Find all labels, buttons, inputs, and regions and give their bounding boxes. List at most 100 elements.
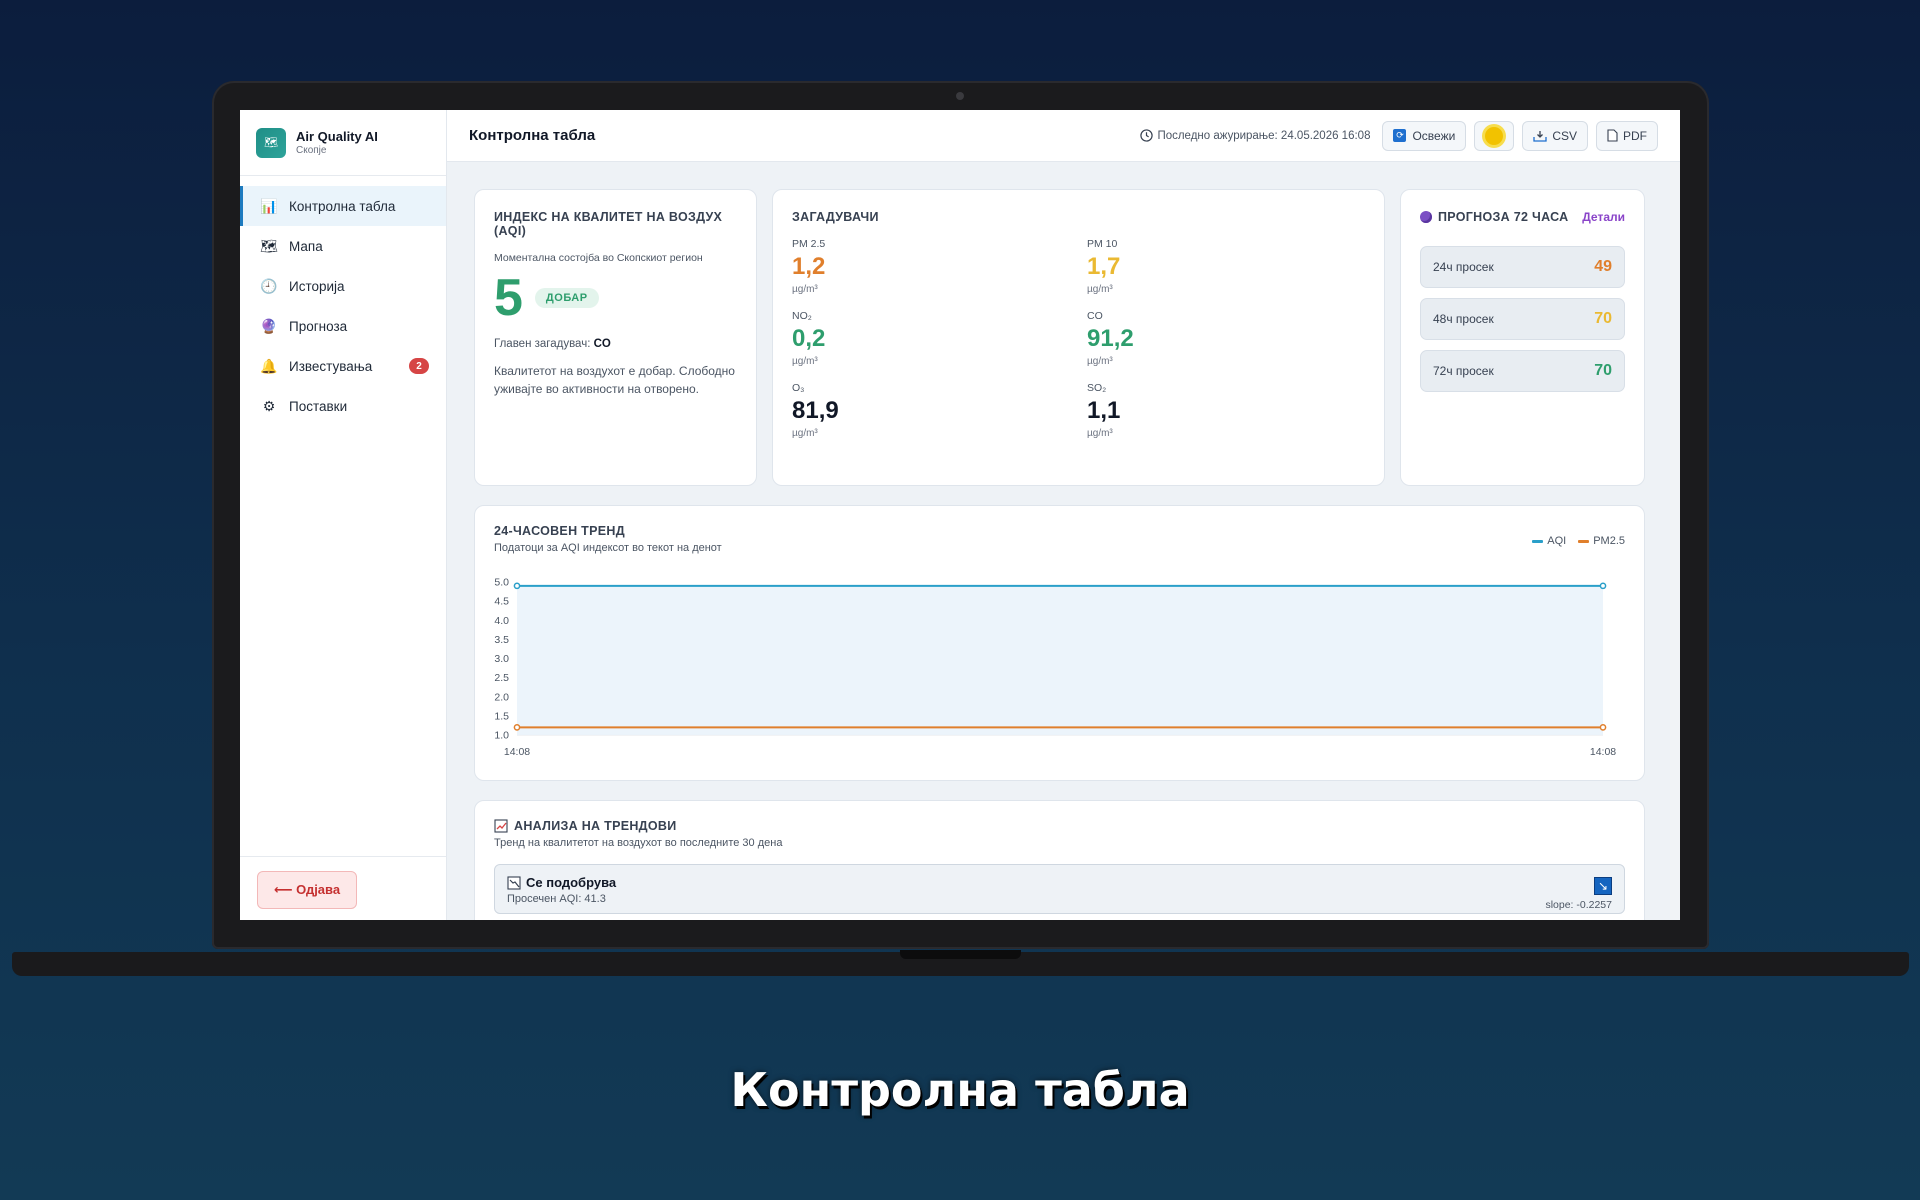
aqi-card: ИНДЕКС НА КВАЛИТЕТ НА ВОЗДУХ (AQI) Момен…	[474, 189, 757, 486]
pollutant-value: 1,2	[792, 253, 826, 280]
forecast-item-value: 49	[1594, 258, 1612, 275]
pdf-export-button[interactable]: PDF	[1596, 120, 1658, 151]
pollutant-unit: µg/m³	[1087, 284, 1113, 295]
sidebar-item-4[interactable]: 🔔 Известувања 2	[240, 346, 446, 386]
pollutants-card: ЗАГАДУВАЧИ PM 2.5 1,2 µg/m³ PM 10 1,7 µg/m³ NO…	[772, 189, 1385, 486]
caption: Контролна табла	[730, 1063, 1190, 1117]
pollutant-name: NO₂	[792, 310, 812, 322]
y-tick-label: 4.5	[494, 596, 509, 608]
refresh-button[interactable]: ⟳ Освежи	[1382, 120, 1467, 151]
pollutant-unit: µg/m³	[1087, 356, 1113, 367]
clock-icon: 🕘	[260, 277, 278, 294]
refresh-label: Освежи	[1412, 128, 1456, 143]
trend-chart: 5.0 4.5 4.0 3.5 3.0 2.5 2.0 1.5 1.0 14:08 14:08	[494, 577, 1616, 759]
notification-count-badge: 2	[409, 358, 429, 374]
forecast-item-label: 48ч просек	[1433, 312, 1494, 326]
y-tick-label: 3.5	[494, 634, 509, 646]
x-tick-label: 14:08	[504, 746, 530, 758]
downtrend-icon	[507, 875, 521, 890]
chart-legend: AQI PM2.5	[1532, 535, 1625, 547]
sidebar-item-3[interactable]: 🔮 Прогноза	[240, 306, 446, 346]
content-scrollbar[interactable]	[1670, 162, 1680, 920]
legend-label: AQI	[1547, 535, 1567, 547]
forecast-item: 72ч просек 70	[1420, 350, 1625, 392]
y-tick-label: 2.0	[494, 691, 509, 703]
legend-label: PM2.5	[1593, 535, 1625, 547]
csv-export-button[interactable]: CSV	[1522, 120, 1588, 151]
pollutant-value: 81,9	[792, 397, 839, 424]
trend-chart-icon	[494, 819, 508, 833]
legend-swatch	[1578, 539, 1590, 543]
pollutant-name: PM 2.5	[792, 238, 826, 250]
clock-icon	[1140, 129, 1154, 142]
app-screen: 🗺 Air Quality AI Скопје 📊 Контролна табла…	[240, 110, 1680, 920]
y-tick-label: 1.5	[494, 710, 509, 722]
theme-toggle-button[interactable]	[1474, 120, 1515, 151]
pollutant-value: 1,1	[1087, 397, 1121, 424]
analysis-average: Просечен AQI: 41.3	[507, 893, 606, 905]
legend-swatch	[1532, 539, 1544, 543]
pollutant-unit: µg/m³	[792, 284, 818, 295]
sidebar-item-label: Поставки	[289, 398, 348, 414]
sun-icon	[1485, 126, 1504, 145]
main-area: Контролна табла Последно ажурирање: 24.0…	[447, 110, 1680, 920]
app-city: Скопје	[296, 145, 327, 156]
crystal-ball-icon: 🔮	[260, 317, 278, 334]
legend-entry: PM2.5	[1578, 535, 1625, 547]
pollutant-name: SO₂	[1087, 382, 1107, 394]
trend-card: 24-ЧАСОВЕН ТРЕНД Податоци за AQI индексо…	[474, 505, 1645, 781]
trend-title: 24-ЧАСОВЕН ТРЕНД	[494, 524, 625, 538]
aqi-subtitle: Моментална состојба во Скопскиот регион	[494, 252, 703, 264]
pollutant-item: PM 2.5 1,2 µg/m³	[792, 238, 1087, 295]
sidebar-item-0[interactable]: 📊 Контролна табла	[240, 186, 446, 226]
sidebar-item-label: Известувања	[289, 358, 373, 374]
forecast-list: 24ч просек 49 48ч просек 70 72ч просек 70	[1420, 246, 1625, 392]
data-point	[1599, 724, 1607, 731]
analysis-title: АНАЛИЗА НА ТРЕНДОВИ	[514, 819, 677, 833]
sidebar-nav: 📊 Контролна табла 🗺 Мапа 🕘 Историја 🔮 Прогноза 🔔…	[240, 176, 446, 426]
x-tick-label: 14:08	[1590, 746, 1616, 758]
pollutants-grid: PM 2.5 1,2 µg/m³ PM 10 1,7 µg/m³ NO₂ 0,2 µg/m³ CO…	[792, 238, 1365, 439]
pollutant-item: SO₂ 1,1 µg/m³	[1087, 382, 1367, 439]
document-icon	[1607, 129, 1618, 142]
logout-button[interactable]: ⟵ Одјава	[257, 871, 357, 909]
gear-icon: ⚙	[262, 397, 276, 414]
crystal-ball-icon	[1420, 211, 1432, 223]
forecast-item-value: 70	[1594, 362, 1612, 379]
y-tick-label: 5.0	[494, 577, 509, 589]
logout-area: ⟵ Одјава	[240, 856, 446, 920]
forecast-item-value: 70	[1594, 310, 1612, 327]
pollutant-item: O₃ 81,9 µg/m³	[792, 382, 1087, 439]
arrow-down-right-icon: ↘	[1594, 877, 1612, 895]
main-pollutant: Главен загадувач: CO	[494, 338, 737, 350]
sidebar-item-5[interactable]: ⚙ Поставки	[240, 386, 446, 426]
topbar: Контролна табла Последно ажурирање: 24.0…	[447, 110, 1680, 162]
sidebar-item-1[interactable]: 🗺 Мапа	[240, 226, 446, 266]
pdf-label: PDF	[1623, 128, 1647, 143]
sidebar-item-2[interactable]: 🕘 Историја	[240, 266, 446, 306]
forecast-details-link[interactable]: Детали	[1582, 210, 1625, 224]
aqi-status-badge: ДОБАР	[534, 288, 599, 308]
brand: 🗺 Air Quality AI Скопје	[240, 110, 446, 176]
map-icon: 🗺	[260, 237, 278, 254]
dashboard-content: ИНДЕКС НА КВАЛИТЕТ НА ВОЗДУХ (AQI) Момен…	[447, 162, 1680, 920]
legend-entry: AQI	[1532, 535, 1566, 547]
data-point	[1599, 582, 1607, 590]
sidebar-item-label: Прогноза	[289, 318, 348, 334]
sidebar: 🗺 Air Quality AI Скопје 📊 Контролна табла…	[240, 110, 447, 920]
pollutant-value: 91,2	[1087, 325, 1134, 352]
pollutant-name: PM 10	[1087, 238, 1118, 250]
pollutant-value: 1,7	[1087, 253, 1121, 280]
y-tick-label: 4.0	[494, 615, 509, 627]
y-tick-label: 2.5	[494, 672, 509, 684]
csv-label: CSV	[1552, 128, 1577, 143]
app-name: Air Quality AI	[296, 129, 378, 144]
aqi-title: ИНДЕКС НА КВАЛИТЕТ НА ВОЗДУХ (AQI)	[494, 210, 723, 238]
analysis-subtitle: Тренд на квалитетот на воздухот во после…	[494, 837, 783, 849]
webcam	[956, 92, 964, 100]
forecast-item-label: 24ч просек	[1433, 260, 1494, 274]
pollutant-unit: µg/m³	[792, 428, 818, 439]
sidebar-item-label: Историја	[289, 278, 345, 294]
pollutant-unit: µg/m³	[1087, 428, 1113, 439]
pollutant-item: PM 10 1,7 µg/m³	[1087, 238, 1367, 295]
